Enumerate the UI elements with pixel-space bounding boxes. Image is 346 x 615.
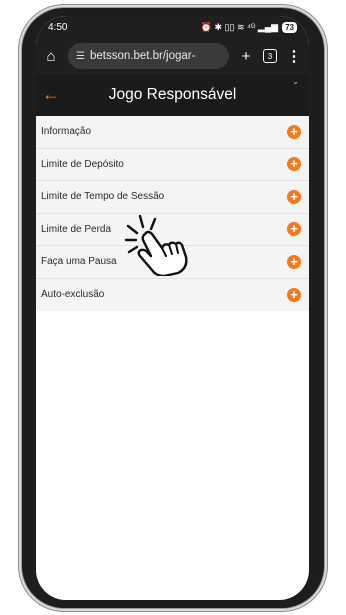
tabs-icon[interactable]: 3 bbox=[263, 49, 277, 63]
menu-item-label: Limite de Perda bbox=[41, 223, 112, 235]
menu-item-label: Auto-exclusão bbox=[41, 289, 105, 301]
url-text: betsson.bet.br/jogar- bbox=[89, 50, 196, 62]
tap-hand-icon bbox=[124, 214, 188, 276]
home-icon[interactable]: ⌂ bbox=[42, 48, 60, 65]
plus-icon[interactable]: + bbox=[287, 287, 301, 302]
menu-item-limite-deposito[interactable]: Limite de Depósito + bbox=[36, 149, 309, 181]
app-header: ← Jogo Responsável ⌄ bbox=[36, 74, 309, 116]
plus-icon[interactable]: + bbox=[287, 254, 301, 269]
menu-icon[interactable]: ⋮ bbox=[285, 47, 303, 65]
menu-item-label: Limite de Depósito bbox=[41, 158, 124, 170]
browser-toolbar: ⌂ ☰ betsson.bet.br/jogar- + 3 ⋮ bbox=[36, 38, 309, 74]
phone-screen: 4:50 ⏰ ✱ ▯▯ ≋ ⁴ᴳ ▂▄▆ 73 ⌂ ☰ betsson.bet.… bbox=[36, 16, 309, 600]
menu-item-label: Faça uma Pausa bbox=[41, 256, 117, 268]
site-settings-icon[interactable]: ☰ bbox=[76, 51, 85, 62]
address-bar[interactable]: ☰ betsson.bet.br/jogar- bbox=[68, 43, 229, 69]
battery-icon: 73 bbox=[282, 21, 297, 33]
back-arrow-icon[interactable]: ← bbox=[42, 84, 60, 104]
plus-icon[interactable]: + bbox=[287, 189, 301, 204]
menu-item-informacao[interactable]: Informação + bbox=[36, 116, 309, 149]
menu-item-label: Limite de Tempo de Sessão bbox=[41, 191, 165, 203]
plus-icon[interactable]: + bbox=[287, 222, 301, 237]
status-time: 4:50 bbox=[48, 21, 68, 33]
status-icons: ⏰ ✱ ▯▯ ≋ ⁴ᴳ ▂▄▆ 73 bbox=[200, 21, 297, 33]
plus-icon[interactable]: + bbox=[287, 124, 301, 139]
menu-item-label: Informação bbox=[41, 126, 92, 138]
new-tab-icon[interactable]: + bbox=[237, 48, 255, 65]
menu-item-auto-exclusao[interactable]: Auto-exclusão + bbox=[36, 279, 309, 312]
chevron-down-icon[interactable]: ⌄ bbox=[292, 77, 299, 86]
system-status-icons: ⏰ ✱ ▯▯ ≋ ⁴ᴳ ▂▄▆ bbox=[200, 21, 279, 32]
plus-icon[interactable]: + bbox=[287, 157, 301, 172]
menu-item-limite-tempo-sessao[interactable]: Limite de Tempo de Sessão + bbox=[36, 181, 309, 214]
status-bar: 4:50 ⏰ ✱ ▯▯ ≋ ⁴ᴳ ▂▄▆ 73 bbox=[36, 16, 309, 38]
page-title: Jogo Responsável bbox=[108, 86, 237, 103]
